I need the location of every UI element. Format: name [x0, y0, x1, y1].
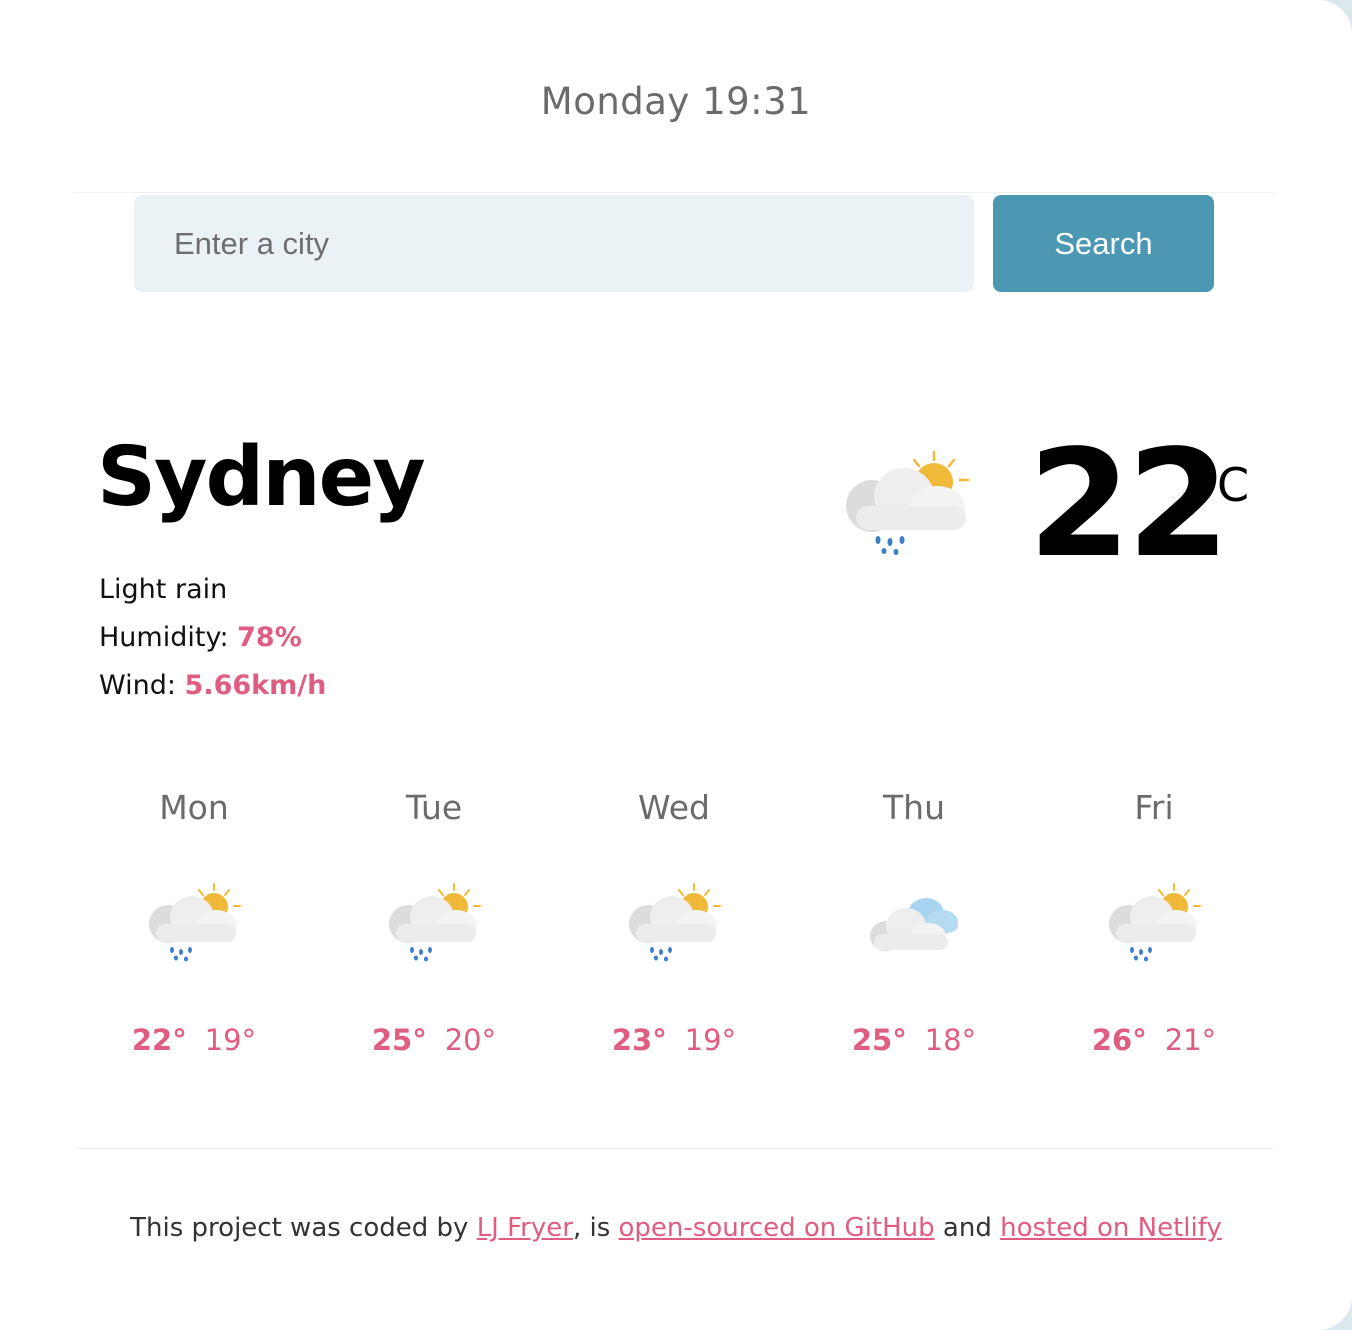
forecast-temps: 22° 19°: [74, 1023, 314, 1057]
forecast-day-name: Wed: [638, 788, 710, 827]
city-search-input[interactable]: [134, 195, 974, 292]
sun-cloud-rain-icon: [842, 446, 972, 561]
forecast-day: Tue 25° 20°: [314, 788, 554, 1078]
footer-text-prefix: This project was coded by: [130, 1213, 477, 1243]
forecast-day-name: Mon: [159, 788, 229, 827]
sun-cloud-rain-icon: [146, 880, 242, 970]
footer-text-and: and: [934, 1213, 1001, 1243]
weather-card: Monday 19:31 Search Sydney Light rain Hu…: [0, 0, 1352, 1330]
divider-top: [74, 192, 1274, 193]
forecast-max: 25°: [851, 1023, 907, 1057]
sun-cloud-rain-icon: [626, 880, 722, 970]
forecast-min: 19°: [684, 1023, 737, 1057]
sun-cloud-rain-icon: [1106, 880, 1202, 970]
author-link[interactable]: LJ Fryer: [477, 1213, 573, 1243]
sun-cloud-rain-icon: [386, 880, 482, 970]
forecast-max: 22°: [131, 1023, 187, 1057]
forecast-day: Mon 22° 19°: [74, 788, 314, 1078]
forecast-min: 21°: [1164, 1023, 1217, 1057]
forecast-day: Fri 26° 21°: [1034, 788, 1274, 1078]
forecast-max: 25°: [371, 1023, 427, 1057]
netlify-link[interactable]: hosted on Netlify: [1000, 1213, 1222, 1243]
city-name: Sydney: [97, 430, 426, 525]
cloudy-icon: [866, 880, 962, 970]
forecast-row: Mon 22° 19° Tue 25° 20° Wed 23° 19° Thu …: [74, 788, 1274, 1078]
github-link[interactable]: open-sourced on GitHub: [619, 1213, 935, 1243]
forecast-min: 20°: [444, 1023, 497, 1057]
current-datetime: Monday 19:31: [540, 80, 812, 123]
wind-row: Wind: 5.66km/h: [99, 662, 326, 710]
current-details: Light rain Humidity: 78% Wind: 5.66km/h: [99, 566, 326, 710]
humidity-row: Humidity: 78%: [99, 614, 326, 662]
humidity-label: Humidity:: [99, 622, 238, 653]
footer-text-middle: , is: [572, 1213, 619, 1243]
footer: This project was coded by LJ Fryer, is o…: [0, 1213, 1352, 1243]
wind-value: 5.66km/h: [184, 670, 327, 701]
divider-bottom: [74, 1148, 1274, 1149]
forecast-max: 26°: [1091, 1023, 1147, 1057]
forecast-day-name: Thu: [883, 788, 945, 827]
forecast-min: 19°: [204, 1023, 257, 1057]
forecast-day: Wed 23° 19°: [554, 788, 794, 1078]
forecast-day-name: Fri: [1134, 788, 1174, 827]
forecast-day: Thu 25° 18°: [794, 788, 1034, 1078]
forecast-temps: 26° 21°: [1034, 1023, 1274, 1057]
forecast-temps: 23° 19°: [554, 1023, 794, 1057]
humidity-value: 78%: [237, 622, 302, 653]
search-button[interactable]: Search: [993, 195, 1214, 292]
forecast-day-name: Tue: [405, 788, 463, 827]
wind-label: Wind:: [99, 670, 185, 701]
forecast-temps: 25° 18°: [794, 1023, 1034, 1057]
temperature-unit[interactable]: °C: [1194, 458, 1249, 512]
weather-description: Light rain: [99, 574, 228, 605]
forecast-min: 18°: [924, 1023, 977, 1057]
forecast-max: 23°: [611, 1023, 667, 1057]
forecast-temps: 25° 20°: [314, 1023, 554, 1057]
